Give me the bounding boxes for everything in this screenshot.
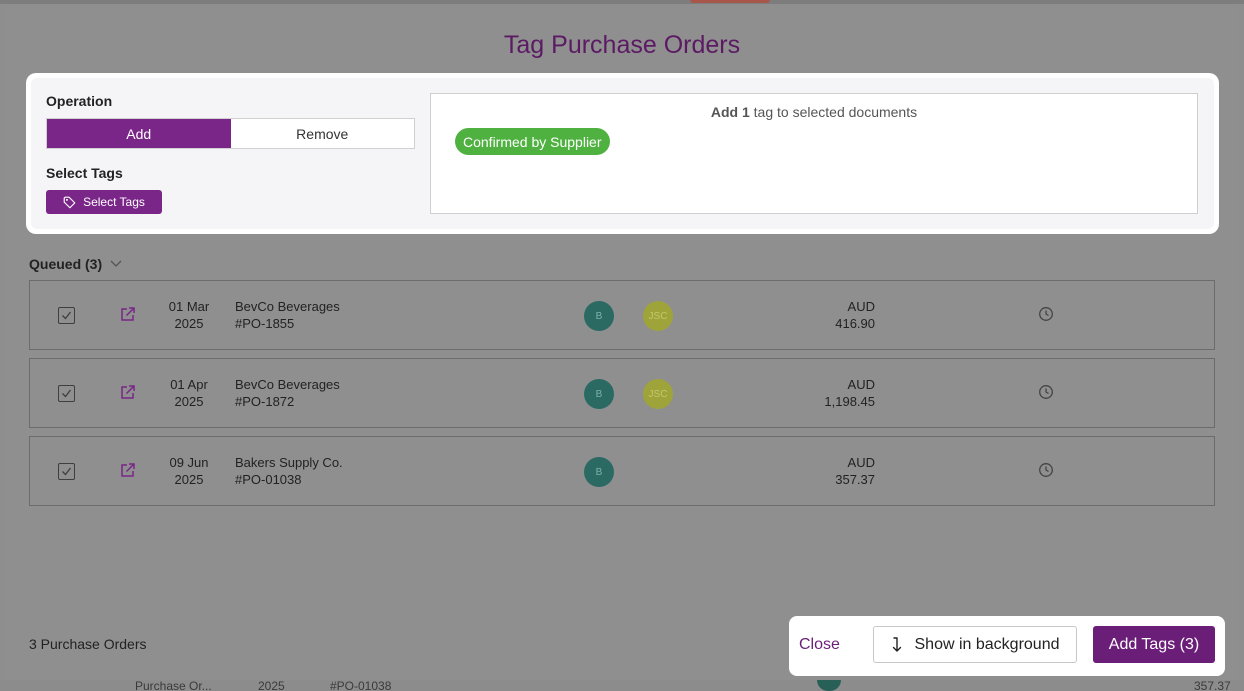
check-icon bbox=[62, 389, 72, 398]
operation-panel-inner: Operation Add Remove Select Tags Select … bbox=[31, 78, 1214, 229]
select-tags-button[interactable]: Select Tags bbox=[46, 190, 162, 214]
amount: 357.37 bbox=[835, 472, 875, 487]
row-supplier: Bakers Supply Co. #PO-01038 bbox=[235, 454, 343, 488]
purchase-order-count: 3 Purchase Orders bbox=[29, 636, 147, 652]
row-date-year: 2025 bbox=[174, 394, 204, 409]
table-row: 01 Mar 2025 BevCo Beverages #PO-1855 B JSC… bbox=[29, 280, 1215, 350]
po-number: #PO-1872 bbox=[235, 394, 295, 409]
row-supplier: BevCo Beverages #PO-1855 bbox=[235, 298, 340, 332]
select-tags-button-label: Select Tags bbox=[83, 195, 145, 209]
row-date-year: 2025 bbox=[174, 472, 204, 487]
avatar bbox=[817, 680, 841, 691]
queued-section-toggle[interactable]: Queued (3) bbox=[29, 256, 122, 272]
row-date-day: 01 Mar bbox=[168, 299, 210, 314]
background-pill bbox=[690, 0, 770, 3]
avatar: B bbox=[584, 457, 614, 487]
open-external-icon[interactable] bbox=[119, 462, 136, 479]
close-button[interactable]: Close bbox=[799, 636, 840, 654]
background-app-header bbox=[0, 0, 1244, 4]
clock-icon bbox=[1039, 385, 1053, 399]
table-row: 01 Apr 2025 BevCo Beverages #PO-1872 B JSC… bbox=[29, 358, 1215, 428]
row-amount: AUD 357.37 bbox=[790, 454, 875, 488]
row-supplier: BevCo Beverages #PO-1872 bbox=[235, 376, 340, 410]
row-date-year: 2025 bbox=[174, 316, 204, 331]
chevron-down-icon bbox=[110, 260, 122, 267]
supplier-name: BevCo Beverages bbox=[235, 299, 340, 314]
open-external-icon[interactable] bbox=[119, 306, 136, 323]
row-date: 01 Mar 2025 bbox=[160, 298, 218, 332]
row-date-day: 01 Apr bbox=[170, 377, 208, 392]
show-in-background-label: Show in background bbox=[914, 635, 1060, 653]
show-in-background-button[interactable]: Show in background bbox=[873, 626, 1077, 663]
supplier-name: BevCo Beverages bbox=[235, 377, 340, 392]
add-tags-button[interactable]: Add Tags (3) bbox=[1093, 626, 1215, 663]
avatar: JSC bbox=[643, 379, 673, 409]
table-row: 09 Jun 2025 Bakers Supply Co. #PO-01038 B … bbox=[29, 436, 1215, 506]
check-icon bbox=[62, 467, 72, 476]
supplier-name: Bakers Supply Co. bbox=[235, 455, 343, 470]
amount: 1,198.45 bbox=[824, 394, 875, 409]
row-checkbox[interactable] bbox=[58, 463, 75, 480]
tag-purchase-orders-modal: Tag Purchase Orders Operation Add Remove… bbox=[5, 5, 1239, 691]
tag-summary-box: Add 1 tag to selected documents Confirme… bbox=[430, 93, 1198, 214]
summary-count: 1 bbox=[741, 104, 750, 120]
currency: AUD bbox=[847, 455, 875, 470]
tag-chip[interactable]: Confirmed by Supplier bbox=[455, 128, 610, 155]
operation-remove-option[interactable]: Remove bbox=[230, 119, 414, 148]
operation-toggle: Add Remove bbox=[46, 118, 415, 149]
arrow-down-icon bbox=[892, 636, 901, 652]
clock-icon bbox=[1039, 307, 1053, 321]
open-external-icon[interactable] bbox=[119, 384, 136, 401]
avatar: B bbox=[584, 379, 614, 409]
currency: AUD bbox=[847, 377, 875, 392]
tag-summary-heading: Add 1 tag to selected documents bbox=[431, 104, 1197, 120]
summary-suffix: tag to selected documents bbox=[753, 104, 918, 120]
operation-panel: Operation Add Remove Select Tags Select … bbox=[26, 73, 1219, 234]
background-cell: Purchase Or... bbox=[135, 679, 212, 691]
modal-footer: Close Show in background Add Tags (3) bbox=[789, 616, 1225, 676]
po-number: #PO-01038 bbox=[235, 472, 302, 487]
tag-icon bbox=[63, 196, 76, 208]
background-cell: 2025 bbox=[258, 679, 285, 691]
row-checkbox[interactable] bbox=[58, 307, 75, 324]
summary-prefix: Add bbox=[710, 104, 739, 120]
row-amount: AUD 1,198.45 bbox=[790, 376, 875, 410]
modal-title: Tag Purchase Orders bbox=[503, 31, 741, 59]
background-cell: #PO-01038 bbox=[330, 679, 392, 691]
operation-add-option[interactable]: Add bbox=[47, 119, 231, 148]
avatar: JSC bbox=[643, 301, 673, 331]
po-number: #PO-1855 bbox=[235, 316, 295, 331]
select-tags-label: Select Tags bbox=[46, 165, 123, 181]
row-amount: AUD 416.90 bbox=[790, 298, 875, 332]
row-date: 01 Apr 2025 bbox=[160, 376, 218, 410]
operation-label: Operation bbox=[46, 93, 113, 109]
currency: AUD bbox=[847, 299, 875, 314]
row-date-day: 09 Jun bbox=[169, 455, 209, 470]
check-icon bbox=[62, 311, 72, 320]
clock-icon bbox=[1039, 463, 1053, 477]
avatar: B bbox=[584, 301, 614, 331]
background-cell: 357.37 bbox=[1194, 679, 1231, 691]
queued-label: Queued (3) bbox=[29, 256, 103, 272]
background-table-row: Purchase Or... 2025 #PO-01038 357.37 bbox=[0, 680, 1244, 691]
row-checkbox[interactable] bbox=[58, 385, 75, 402]
row-date: 09 Jun 2025 bbox=[160, 454, 218, 488]
amount: 416.90 bbox=[835, 316, 875, 331]
